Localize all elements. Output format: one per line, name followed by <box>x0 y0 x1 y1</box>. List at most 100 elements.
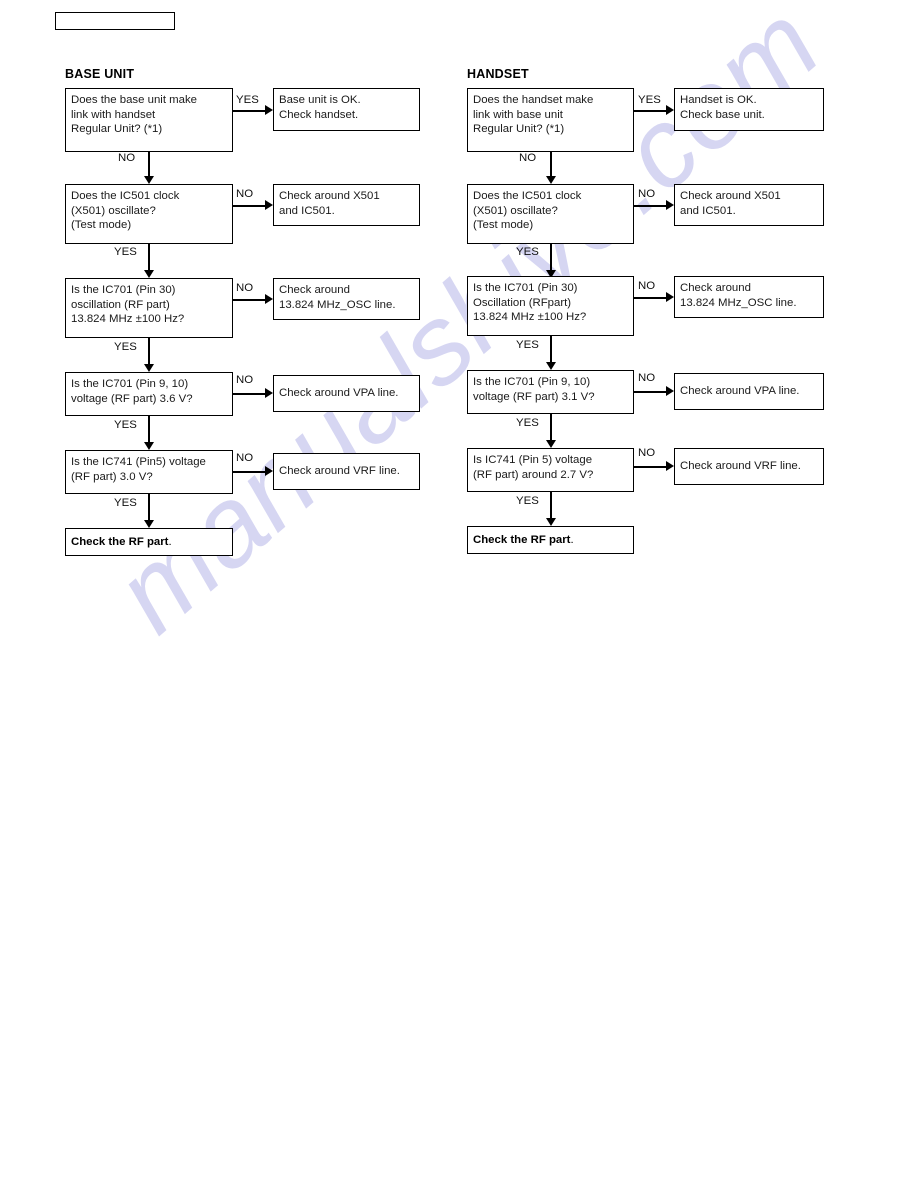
handset-yes5-label: YES <box>516 495 539 507</box>
base-no5-label: NO <box>236 452 254 464</box>
section-title-base-unit: BASE UNIT <box>65 67 135 81</box>
base-no5-line <box>233 471 268 473</box>
handset-ic701-pin910-question-box: Is the IC701 (Pin 9, 10) voltage (RF par… <box>467 370 634 414</box>
line-2: Check base unit. <box>680 108 765 121</box>
base-no3-arrow <box>265 294 273 304</box>
line-1: Is the IC701 (Pin 30) <box>71 284 176 296</box>
handset-yes2-line <box>550 244 552 272</box>
line-1: Does the handset make <box>473 94 594 106</box>
handset-no4-arrow <box>666 386 674 396</box>
base-no4-line <box>233 393 268 395</box>
line-2: voltage (RF part) 3.6 V? <box>71 392 193 405</box>
handset-no3-label: NO <box>638 280 656 292</box>
line-3: (Test mode) <box>71 219 132 232</box>
handset-yes5-line <box>550 492 552 520</box>
final-period: . <box>168 536 172 548</box>
header-blank-box <box>55 12 175 30</box>
line-1: Is the IC741 (Pin5) voltage <box>71 456 206 468</box>
line-1: Check around X501 <box>279 190 380 202</box>
base-yes4-label: YES <box>114 419 137 431</box>
base-no4-label: NO <box>236 374 254 386</box>
line-2: (X501) oscillate? <box>71 204 156 217</box>
line-2: (RF part) around 2.7 V? <box>473 468 594 481</box>
base-no2-arrow <box>265 200 273 210</box>
base-yes3-arrow <box>144 364 154 372</box>
base-yes3-line <box>148 338 150 366</box>
line-1: Check around <box>680 282 751 294</box>
line-1: Is the IC701 (Pin 30) <box>473 282 578 294</box>
base-link-question-box: Does the base unit make link with handse… <box>65 88 233 152</box>
base-yes5-label: YES <box>114 497 137 509</box>
handset-yes4-label: YES <box>516 417 539 429</box>
handset-link-question-box: Does the handset make link with base uni… <box>467 88 634 152</box>
line-2: and IC501. <box>680 204 736 217</box>
handset-yes4-line <box>550 414 552 442</box>
handset-yes3-label: YES <box>516 339 539 351</box>
line-3: 13.824 MHz ±100 Hz? <box>473 311 587 324</box>
handset-check-osc-line-box: Check around 13.824 MHz_OSC line. <box>674 276 824 318</box>
line-1: Does the IC501 clock <box>71 190 180 202</box>
handset-yes5-arrow <box>546 518 556 526</box>
handset-yes3-arrow <box>546 362 556 370</box>
handset-no1-label: NO <box>519 152 537 164</box>
line-2: oscillation (RF part) <box>71 298 170 311</box>
line-2: voltage (RF part) 3.1 V? <box>473 390 595 403</box>
line-1: Check around X501 <box>680 190 781 202</box>
line-1: Does the IC501 clock <box>473 190 582 202</box>
line-1: Is the IC701 (Pin 9, 10) <box>473 376 591 388</box>
handset-no2-label: NO <box>638 188 656 200</box>
base-no1-label: NO <box>118 152 136 164</box>
final-line: Check the RF part. <box>71 535 232 550</box>
handset-no5-label: NO <box>638 447 656 459</box>
base-check-x501-box: Check around X501 and IC501. <box>273 184 420 226</box>
line-1: Check around VPA line. <box>680 385 800 397</box>
line-1: Check around VPA line. <box>279 387 399 399</box>
base-yes4-line <box>148 416 150 444</box>
handset-no1-arrow <box>546 176 556 184</box>
line-1: Is the IC701 (Pin 9, 10) <box>71 378 189 390</box>
base-yes2-label: YES <box>114 246 137 258</box>
base-ic741-pin5-question-box: Is the IC741 (Pin5) voltage (RF part) 3.… <box>65 450 233 494</box>
line-2: (RF part) 3.0 V? <box>71 470 153 483</box>
line-2: 13.824 MHz_OSC line. <box>279 298 396 311</box>
base-no2-line <box>233 205 268 207</box>
final-line: Check the RF part. <box>473 533 633 548</box>
base-yes1-label: YES <box>236 94 259 106</box>
base-link-ok-box: Base unit is OK. Check handset. <box>273 88 420 131</box>
handset-yes2-label: YES <box>516 246 539 258</box>
handset-check-vrf-box: Check around VRF line. <box>674 448 824 485</box>
handset-no3-arrow <box>666 292 674 302</box>
final-text: Check the RF part <box>71 536 169 548</box>
handset-ic501-question-box: Does the IC501 clock (X501) oscillate? (… <box>467 184 634 244</box>
base-yes1-line <box>233 110 268 112</box>
line-3: Regular Unit? (*1) <box>71 123 163 136</box>
base-no3-line <box>233 299 268 301</box>
line-1: Check around <box>279 284 350 296</box>
base-no4-arrow <box>265 388 273 398</box>
base-yes3-label: YES <box>114 341 137 353</box>
line-3: Regular Unit? (*1) <box>473 123 565 136</box>
line-1: Does the base unit make <box>71 94 198 106</box>
base-ic701-pin30-question-box: Is the IC701 (Pin 30) oscillation (RF pa… <box>65 278 233 338</box>
final-period: . <box>570 534 574 546</box>
base-no1-line <box>148 152 150 178</box>
section-title-handset: HANDSET <box>467 67 529 81</box>
base-no1-arrow <box>144 176 154 184</box>
base-yes2-arrow <box>144 270 154 278</box>
base-ic501-question-box: Does the IC501 clock (X501) oscillate? (… <box>65 184 233 244</box>
base-no3-label: NO <box>236 282 254 294</box>
base-yes5-line <box>148 494 150 522</box>
handset-yes4-arrow <box>546 440 556 448</box>
line-1: Is IC741 (Pin 5) voltage <box>473 454 593 466</box>
handset-no4-label: NO <box>638 372 656 384</box>
line-1: Check around VRF line. <box>279 465 400 477</box>
line-2: Oscillation (RFpart) <box>473 296 572 309</box>
handset-ic741-pin5-question-box: Is IC741 (Pin 5) voltage (RF part) aroun… <box>467 448 634 492</box>
handset-yes1-arrow <box>666 105 674 115</box>
line-2: link with handset <box>71 108 156 121</box>
line-3: (Test mode) <box>473 219 534 232</box>
handset-check-vpa-box: Check around VPA line. <box>674 373 824 410</box>
base-check-vpa-box: Check around VPA line. <box>273 375 420 412</box>
handset-yes1-label: YES <box>638 94 661 106</box>
handset-check-x501-box: Check around X501 and IC501. <box>674 184 824 226</box>
